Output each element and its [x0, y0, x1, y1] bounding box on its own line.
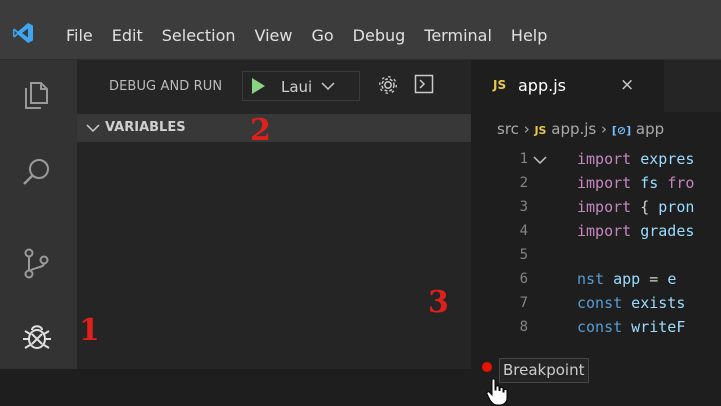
- code-text: import grades: [577, 222, 694, 240]
- title-bar: File Edit Selection View Go Debug Termin…: [0, 0, 721, 60]
- launch-config-selected: Laui: [281, 78, 313, 96]
- code-token: expres: [631, 150, 695, 168]
- code-line[interactable]: 1 import expres: [471, 148, 721, 172]
- chevron-right-icon: ›: [601, 120, 608, 138]
- launch-config-dropdown[interactable]: Laui: [242, 71, 360, 101]
- variables-section-label: VARIABLES: [105, 120, 186, 135]
- code-token: e: [667, 270, 677, 288]
- code-token: import: [577, 150, 632, 168]
- chevron-right-icon: ›: [523, 120, 530, 138]
- code-line[interactable]: 3 import { pron: [471, 196, 721, 220]
- code-token: =: [640, 270, 668, 288]
- code-token: pron: [658, 198, 695, 216]
- code-token: writeF: [622, 318, 686, 336]
- code-token: const: [577, 294, 623, 312]
- chevron-down-icon: [86, 124, 100, 133]
- code-token: import: [577, 198, 632, 216]
- tab-app-js[interactable]: JS app.js ×: [471, 60, 664, 112]
- variables-section-header[interactable]: VARIABLES: [77, 114, 471, 142]
- activity-bar: [0, 60, 77, 369]
- breadcrumb-symbol[interactable]: app: [636, 120, 664, 138]
- code-token: app: [604, 270, 641, 288]
- fold-chevron-icon[interactable]: [533, 155, 547, 165]
- breadcrumb-file[interactable]: app.js: [551, 120, 596, 138]
- explorer-icon[interactable]: [20, 78, 54, 112]
- breadcrumb: src › JS app.js › [⊘] app: [497, 120, 664, 138]
- line-number[interactable]: 1: [520, 151, 528, 167]
- breadcrumb-folder[interactable]: src: [497, 120, 519, 138]
- code-token: import: [577, 222, 632, 240]
- debug-sidebar: DEBUG AND RUN Laui VARIABLES: [77, 60, 471, 369]
- menu-selection[interactable]: Selection: [162, 26, 236, 45]
- code-line[interactable]: 6 nst app = e: [471, 268, 721, 292]
- menu-go[interactable]: Go: [311, 26, 333, 45]
- js-file-icon: JS: [493, 78, 507, 92]
- variable-symbol-icon: [⊘]: [611, 124, 632, 137]
- debug-console-icon[interactable]: [414, 74, 434, 94]
- chevron-down-icon: [321, 82, 335, 91]
- code-token: nst: [577, 270, 605, 288]
- code-line[interactable]: 8 const writeF: [471, 316, 721, 340]
- line-number[interactable]: 4: [520, 223, 528, 239]
- line-number[interactable]: 7: [520, 295, 528, 311]
- sidebar-header: DEBUG AND RUN Laui: [77, 60, 471, 110]
- code-text: import expres: [577, 150, 694, 168]
- annotation-marker-3: 3: [428, 285, 449, 320]
- code-line[interactable]: 5: [471, 244, 721, 268]
- code-text: const writeF: [577, 318, 685, 336]
- code-token: grades: [631, 222, 695, 240]
- close-tab-icon[interactable]: ×: [620, 75, 634, 95]
- annotation-marker-1: 1: [79, 313, 100, 348]
- code-token: {: [631, 198, 659, 216]
- menu-view[interactable]: View: [255, 26, 293, 45]
- menu-bar: File Edit Selection View Go Debug Termin…: [66, 26, 566, 45]
- breakpoint-icon[interactable]: [482, 362, 492, 372]
- code-token: import: [577, 174, 632, 192]
- menu-help[interactable]: Help: [511, 26, 547, 45]
- menu-debug[interactable]: Debug: [353, 26, 406, 45]
- debug-icon[interactable]: [20, 320, 54, 354]
- code-token: exists: [622, 294, 686, 312]
- hand-cursor-icon: [486, 378, 508, 406]
- code-token: const: [577, 318, 623, 336]
- code-token: fro: [667, 174, 695, 192]
- sidebar-title: DEBUG AND RUN: [109, 79, 223, 94]
- line-number[interactable]: 8: [520, 319, 528, 335]
- line-number[interactable]: 3: [520, 199, 528, 215]
- start-debugging-play-icon[interactable]: [252, 78, 265, 94]
- menu-terminal[interactable]: Terminal: [424, 26, 492, 45]
- code-text: nst app = e: [577, 270, 676, 288]
- code-line[interactable]: 2 import fs fro: [471, 172, 721, 196]
- tab-label: app.js: [518, 76, 566, 95]
- vscode-logo-icon: [13, 23, 33, 43]
- source-control-icon[interactable]: [20, 246, 54, 280]
- line-number[interactable]: 5: [520, 247, 528, 263]
- editor-area: JS app.js × src › JS app.js › [⊘] app 1 i…: [471, 60, 721, 406]
- line-number[interactable]: 6: [520, 271, 528, 287]
- line-number[interactable]: 2: [520, 175, 528, 191]
- annotation-marker-2: 2: [250, 113, 271, 148]
- menu-file[interactable]: File: [66, 26, 93, 45]
- js-file-icon: JS: [534, 124, 547, 137]
- code-line[interactable]: 7 const exists: [471, 292, 721, 316]
- tab-bar: JS app.js ×: [471, 60, 721, 112]
- code-text: const exists: [577, 294, 685, 312]
- menu-edit[interactable]: Edit: [112, 26, 143, 45]
- code-token: fs: [631, 174, 668, 192]
- breakpoint-tooltip: Breakpoint: [499, 358, 589, 383]
- code-line[interactable]: 4 import grades: [471, 220, 721, 244]
- search-icon[interactable]: [20, 156, 54, 190]
- code-text: import fs fro: [577, 174, 694, 192]
- gear-icon[interactable]: [378, 75, 398, 95]
- code-text: import { pron: [577, 198, 694, 216]
